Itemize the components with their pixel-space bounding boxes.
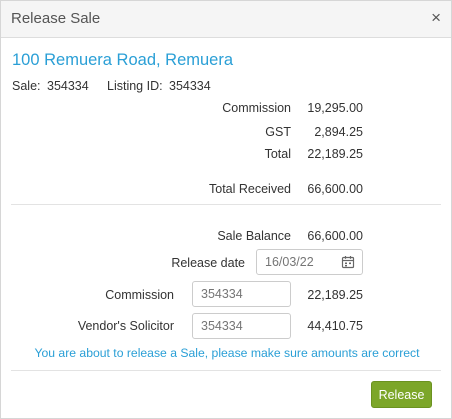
- close-icon[interactable]: ×: [431, 8, 441, 28]
- commission-value: 19,295.00: [307, 101, 363, 115]
- dialog-header: Release Sale ×: [1, 1, 451, 38]
- release-date-label: Release date: [171, 256, 245, 270]
- release-warning-message: You are about to release a Sale, please …: [34, 346, 420, 360]
- gst-value: 2,894.25: [314, 125, 363, 139]
- release-date-field[interactable]: [256, 249, 363, 275]
- property-address: 100 Remuera Road, Remuera: [12, 51, 234, 69]
- total-received-value: 66,600.00: [307, 182, 363, 196]
- section-divider: [11, 204, 441, 205]
- commission-label: Commission: [222, 101, 291, 115]
- sale-balance-value: 66,600.00: [307, 229, 363, 243]
- calendar-icon[interactable]: [341, 255, 355, 269]
- total-label: Total: [264, 147, 291, 161]
- commission-field[interactable]: [192, 281, 291, 307]
- vendor-solicitor-label: Vendor's Solicitor: [77, 319, 174, 333]
- release-sale-dialog: Release Sale × 100 Remuera Road, Remuera…: [0, 0, 452, 419]
- release-button[interactable]: Release: [371, 381, 432, 408]
- commission-release-label: Commission: [105, 288, 174, 302]
- gst-label: GST: [265, 125, 291, 139]
- sale-value: 354334: [47, 79, 89, 93]
- vendor-solicitor-field[interactable]: [192, 313, 291, 339]
- total-value: 22,189.25: [307, 147, 363, 161]
- sale-balance-label: Sale Balance: [217, 229, 291, 243]
- listing-id-value: 354334: [169, 79, 211, 93]
- sale-label: Sale:: [12, 79, 41, 93]
- listing-id-label: Listing ID:: [107, 79, 163, 93]
- footer-divider: [11, 370, 441, 371]
- vendor-solicitor-amount: 44,410.75: [307, 319, 363, 333]
- vendor-solicitor-input[interactable]: [193, 314, 290, 338]
- total-received-label: Total Received: [209, 182, 291, 196]
- dialog-title: Release Sale: [11, 10, 101, 27]
- commission-input[interactable]: [193, 282, 290, 306]
- commission-amount: 22,189.25: [307, 288, 363, 302]
